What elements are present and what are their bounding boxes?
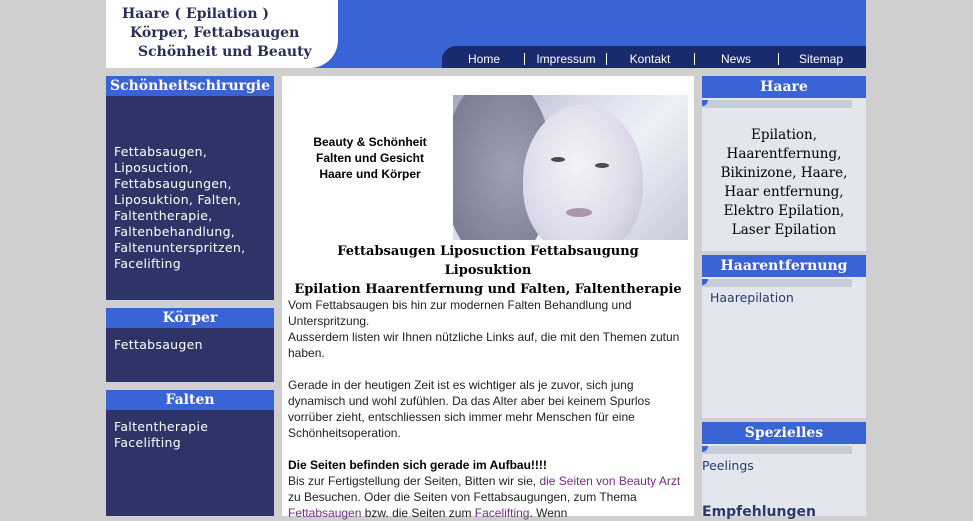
sidebar-list-koerper: Fettabsaugen: [114, 337, 203, 353]
sidebar-list-schoenheitschirurgie: Fettabsaugen, Liposuction, Fettabsaugung…: [114, 144, 245, 272]
sidebar-link[interactable]: Facelifting: [114, 435, 208, 451]
sidebar-heading-haarentfernung: Haarentfernung: [702, 255, 866, 277]
nav-kontakt[interactable]: Kontakt: [608, 46, 692, 68]
sidebar-heading-falten: Falten: [106, 390, 274, 410]
paragraph-text: Bis zur Fertigstellung der Seiten, Bitte…: [288, 474, 540, 488]
sidebar-heading-spezielles: Spezielles: [702, 422, 866, 444]
link-peelings[interactable]: Peelings: [702, 458, 754, 473]
sidebar-list-falten: Faltentherapie Facelifting: [114, 419, 208, 451]
page-title: Fettabsaugen Liposuction Fettabsaugung L…: [292, 242, 684, 299]
portrait-lips: [566, 208, 592, 217]
logo-line-2: Körper, Fettabsaugen: [130, 25, 300, 41]
sidebar-link[interactable]: Faltenbehandlung,: [114, 224, 245, 240]
empfehlungen-heading: Empfehlungen: [702, 504, 816, 520]
sidebar-link[interactable]: Facelifting: [114, 256, 245, 272]
logo-line-3: Schönheit und Beauty: [138, 44, 312, 60]
intro-line: Falten und Gesicht: [315, 151, 424, 165]
portrait-eye: [595, 163, 609, 168]
header: Haare ( Epilation ) Körper, Fettabsaugen…: [106, 0, 866, 68]
sidebar-heading-schoenheitschirurgie: Schönheitschirurgie: [106, 76, 274, 96]
paragraph-text: bzw. die Seiten zum: [361, 506, 475, 520]
paragraph-intro: Vom Fettabsaugen bis hin zur modernen Fa…: [288, 297, 692, 361]
sidebar-divider: [106, 382, 274, 390]
sidebar-link[interactable]: Liposuktion, Falten,: [114, 192, 245, 208]
link-fettabsaugen[interactable]: Fettabsaugen: [288, 506, 361, 520]
intro-line: Haare und Körper: [319, 167, 421, 181]
heading-underbar: [702, 446, 852, 454]
heading-underbar: [702, 279, 852, 287]
left-sidebar: Schönheitschirurgie Fettabsaugen, Liposu…: [106, 76, 274, 516]
woman-portrait-image: [453, 95, 688, 240]
sidebar-link[interactable]: Faltentherapie,: [114, 208, 245, 224]
paragraph-text: Ausserdem listen wir Ihnen nützliche Lin…: [288, 330, 680, 360]
sidebar-link[interactable]: Fettabsaugen: [114, 337, 203, 353]
paragraph-links: Bis zur Fertigstellung der Seiten, Bitte…: [288, 473, 692, 521]
portrait-face: [523, 105, 643, 240]
sidebar-link[interactable]: Fettabsaugungen,: [114, 176, 245, 192]
link-beauty-arzt[interactable]: die Seiten von Beauty Arzt: [539, 474, 680, 488]
main-content: Beauty & Schönheit Falten und Gesicht Ha…: [282, 76, 694, 520]
nav-impressum[interactable]: Impressum: [526, 46, 606, 68]
construction-notice: Die Seiten befinden sich gerade im Aufba…: [288, 458, 547, 472]
page: Haare ( Epilation ) Körper, Fettabsaugen…: [106, 0, 866, 520]
intro-block: Beauty & Schönheit Falten und Gesicht Ha…: [292, 134, 448, 182]
paragraph-text: . Wenn: [529, 506, 568, 520]
sidebar-link[interactable]: Fettabsaugen,: [114, 144, 245, 160]
page-title-line: Fettabsaugen Liposuction Fettabsaugung L…: [337, 244, 639, 278]
right-sidebar: Haare Epilation, Haarentfernung, Bikiniz…: [702, 76, 866, 520]
nav-home[interactable]: Home: [442, 46, 526, 68]
sidebar-divider: [106, 300, 274, 308]
intro-line: Beauty & Schönheit: [313, 135, 427, 149]
haare-keywords: Epilation, Haarentfernung, Bikinizone, H…: [720, 127, 848, 238]
paragraph-age: Gerade in der heutigen Zeit ist es wicht…: [288, 378, 651, 440]
nav-news[interactable]: News: [694, 46, 778, 68]
link-facelifting[interactable]: Facelifting: [475, 506, 530, 520]
sidebar-link[interactable]: Faltenunterspritzen,: [114, 240, 245, 256]
paragraph-text: Vom Fettabsaugen bis hin zur modernen Fa…: [288, 298, 632, 328]
sidebar-link[interactable]: Faltentherapie: [114, 419, 208, 435]
heading-underbar: [702, 100, 852, 108]
sidebar-heading-koerper: Körper: [106, 308, 274, 328]
paragraph-text: zu Besuchen. Oder die Seiten von Fettabs…: [288, 490, 637, 504]
sidebar-link[interactable]: Liposuction,: [114, 160, 245, 176]
link-haarepilation[interactable]: Haarepilation: [710, 290, 794, 305]
nav-separator: [524, 53, 525, 65]
site-logo[interactable]: Haare ( Epilation ) Körper, Fettabsaugen…: [106, 0, 338, 68]
top-navigation: Home Impressum Kontakt News Sitemap: [442, 46, 866, 68]
nav-separator: [606, 53, 607, 65]
logo-line-1: Haare ( Epilation ): [122, 6, 269, 22]
portrait-eye: [551, 157, 565, 162]
sidebar-heading-haare: Haare: [702, 76, 866, 98]
paragraph-notice: Die Seiten befinden sich gerade im Aufba…: [288, 457, 692, 521]
nav-sitemap[interactable]: Sitemap: [778, 46, 864, 68]
